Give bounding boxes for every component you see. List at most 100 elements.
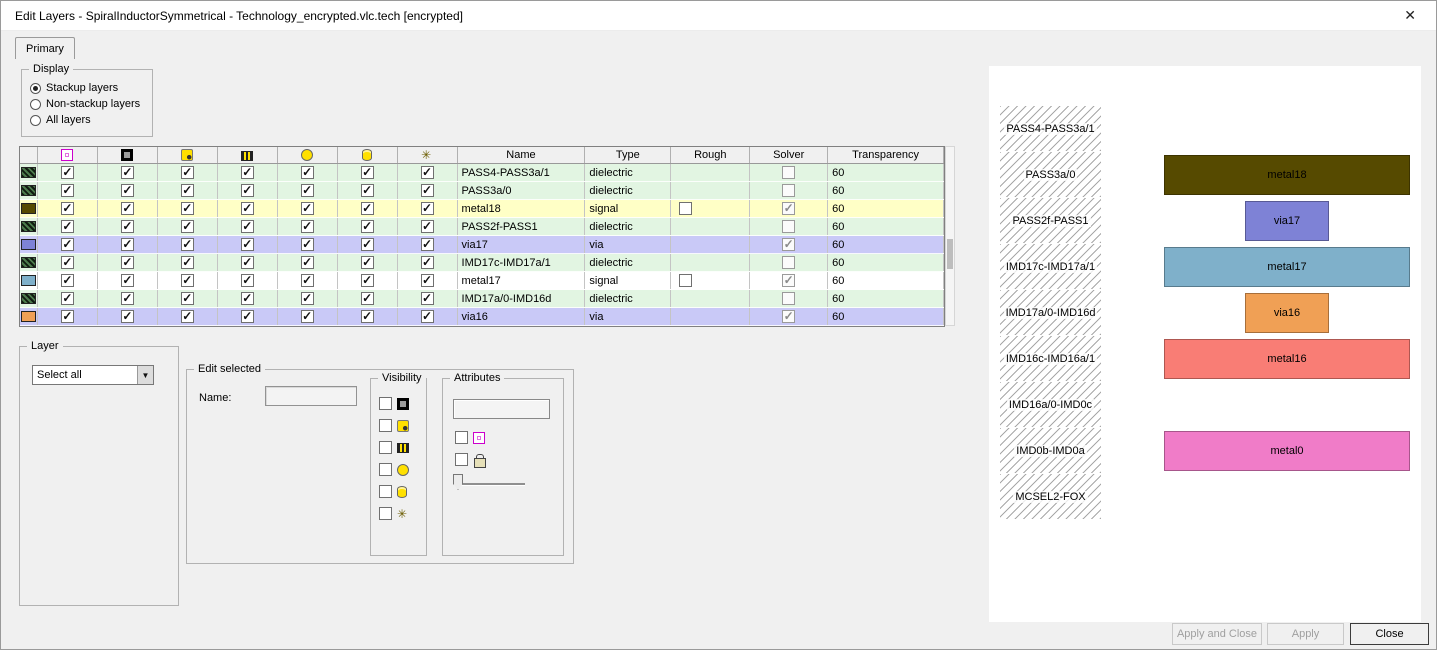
visibility-checkbox[interactable] (421, 310, 434, 323)
visibility-checkbox[interactable] (241, 202, 254, 215)
visibility-checkbox[interactable] (421, 292, 434, 305)
tab-primary[interactable]: Primary (15, 37, 75, 59)
close-button[interactable]: Close (1350, 623, 1429, 645)
visibility-checkbox[interactable] (421, 256, 434, 269)
visibility-checkbox[interactable] (181, 310, 194, 323)
visibility-checkbox[interactable] (61, 166, 74, 179)
visibility-checkbox[interactable] (181, 274, 194, 287)
stackup-bar-metal16[interactable]: metal16 (1164, 339, 1410, 379)
visibility-checkbox[interactable] (241, 184, 254, 197)
visibility-checkbox[interactable] (61, 220, 74, 233)
chevron-down-icon[interactable]: ▼ (137, 366, 153, 384)
table-scrollbar[interactable] (945, 146, 955, 326)
solver-checkbox[interactable] (782, 202, 795, 215)
visibility-checkbox[interactable] (181, 238, 194, 251)
column-header-rough[interactable]: Rough (671, 147, 750, 163)
visibility-checkbox[interactable] (241, 166, 254, 179)
solver-checkbox[interactable] (782, 184, 795, 197)
stackup-bar-metal0[interactable]: metal0 (1164, 431, 1410, 471)
visibility-checkbox[interactable] (361, 184, 374, 197)
visibility-checkbox[interactable] (421, 184, 434, 197)
visibility-checkbox[interactable] (361, 238, 374, 251)
visibility-checkbox[interactable] (241, 274, 254, 287)
visibility-checkbox[interactable] (241, 238, 254, 251)
column-header-filled-square[interactable] (98, 147, 158, 163)
visibility-checkbox[interactable] (301, 184, 314, 197)
solver-checkbox[interactable] (782, 310, 795, 323)
column-header-striped-rect[interactable] (218, 147, 278, 163)
visibility-checkbox[interactable] (241, 220, 254, 233)
stackup-bar-via17[interactable]: via17 (1245, 201, 1329, 241)
column-header-transparency[interactable]: Transparency (828, 147, 944, 163)
visibility-checkbox[interactable] (61, 184, 74, 197)
visibility-checkbox[interactable] (121, 238, 134, 251)
visibility-checkbox[interactable] (361, 256, 374, 269)
layer-row-via16[interactable]: via16via60 (20, 308, 944, 326)
visibility-checkbox[interactable] (361, 274, 374, 287)
radio-icon[interactable] (30, 115, 41, 126)
display-option-stackup-layers[interactable]: Stackup layers (30, 82, 152, 94)
visibility-checkbox[interactable] (181, 202, 194, 215)
display-option-non-stackup-layers[interactable]: Non-stackup layers (30, 98, 152, 110)
layer-row-imd17a-0-imd16d[interactable]: IMD17a/0-IMD16ddielectric60 (20, 290, 944, 308)
transparency-slider-track[interactable] (455, 483, 525, 485)
solver-checkbox[interactable] (782, 220, 795, 233)
rough-checkbox[interactable] (679, 202, 692, 215)
visibility-checkbox[interactable] (241, 292, 254, 305)
layer-row-imd17c-imd17a-1[interactable]: IMD17c-IMD17a/1dielectric60 (20, 254, 944, 272)
attribute-color-button[interactable] (453, 399, 550, 419)
layer-row-pass3a-0[interactable]: PASS3a/0dielectric60 (20, 182, 944, 200)
visibility-checkbox[interactable] (121, 274, 134, 287)
apply-button[interactable]: Apply (1267, 623, 1344, 645)
visibility-checkbox[interactable] (361, 292, 374, 305)
column-header-type[interactable]: Type (585, 147, 671, 163)
visibility-checkbox[interactable] (121, 256, 134, 269)
visibility-checkbox[interactable] (301, 202, 314, 215)
transparency-slider-thumb[interactable] (453, 474, 463, 490)
visibility-checkbox[interactable] (181, 292, 194, 305)
column-header-magenta-frame[interactable] (38, 147, 98, 163)
visibility-checkbox[interactable] (241, 256, 254, 269)
column-header-burst[interactable] (398, 147, 458, 163)
attribute-option-checkbox-magenta-frame[interactable] (455, 431, 468, 444)
visibility-checkbox[interactable] (61, 292, 74, 305)
layer-select-dropdown[interactable]: Select all ▼ (32, 365, 154, 385)
stackup-bar-metal18[interactable]: metal18 (1164, 155, 1410, 195)
visibility-checkbox[interactable] (181, 184, 194, 197)
layer-row-pass4-pass3a-1[interactable]: PASS4-PASS3a/1dielectric60 (20, 164, 944, 182)
column-header-yellow-cylinder[interactable] (338, 147, 398, 163)
visibility-checkbox[interactable] (421, 238, 434, 251)
layer-row-pass2f-pass1[interactable]: PASS2f-PASS1dielectric60 (20, 218, 944, 236)
column-header-swatch[interactable] (20, 147, 38, 163)
visibility-checkbox[interactable] (121, 202, 134, 215)
visibility-checkbox[interactable] (421, 166, 434, 179)
column-header-solver[interactable]: Solver (750, 147, 828, 163)
rough-checkbox[interactable] (679, 274, 692, 287)
visibility-checkbox[interactable] (301, 238, 314, 251)
layer-row-metal18[interactable]: metal18signal60 (20, 200, 944, 218)
visibility-checkbox[interactable] (181, 166, 194, 179)
visibility-option-checkbox-burst[interactable] (379, 507, 392, 520)
close-icon[interactable]: ✕ (1398, 5, 1422, 26)
visibility-option-checkbox-yellow-circle[interactable] (379, 463, 392, 476)
display-option-all-layers[interactable]: All layers (30, 114, 152, 126)
visibility-checkbox[interactable] (61, 310, 74, 323)
visibility-checkbox[interactable] (61, 256, 74, 269)
visibility-checkbox[interactable] (361, 202, 374, 215)
visibility-checkbox[interactable] (361, 166, 374, 179)
visibility-checkbox[interactable] (301, 274, 314, 287)
visibility-checkbox[interactable] (301, 166, 314, 179)
radio-icon[interactable] (30, 83, 41, 94)
visibility-checkbox[interactable] (361, 220, 374, 233)
column-header-name[interactable]: Name (458, 147, 586, 163)
visibility-checkbox[interactable] (301, 292, 314, 305)
visibility-checkbox[interactable] (121, 166, 134, 179)
solver-checkbox[interactable] (782, 256, 795, 269)
visibility-checkbox[interactable] (61, 202, 74, 215)
visibility-option-checkbox-yellow-cylinder[interactable] (379, 485, 392, 498)
name-field[interactable] (265, 386, 357, 406)
visibility-checkbox[interactable] (121, 310, 134, 323)
visibility-checkbox[interactable] (301, 256, 314, 269)
visibility-checkbox[interactable] (361, 310, 374, 323)
visibility-checkbox[interactable] (121, 220, 134, 233)
